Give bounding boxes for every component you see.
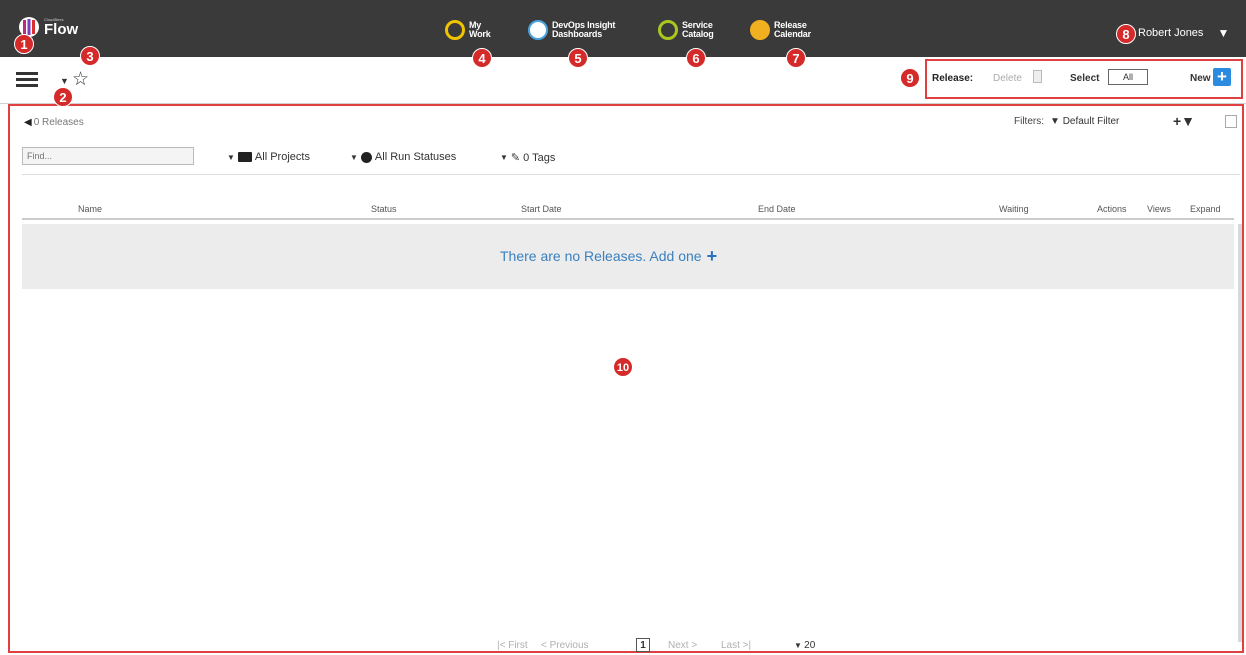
page-size-caret-icon: ▼: [794, 641, 805, 650]
empty-state-message: There are no Releases. Add one: [500, 248, 702, 264]
hamburger-menu-icon[interactable]: [16, 72, 38, 88]
nav-dashboards-line2: Dashboards: [552, 29, 603, 39]
release-label: Release:: [932, 73, 974, 84]
releases-count: 0 Releases: [33, 117, 84, 128]
projects-filter-label: All Projects: [254, 151, 310, 163]
top-nav-bar: CloudBees Flow My Work DevOps Insight Dash…: [0, 0, 1246, 57]
tags-caret-icon: ▼: [500, 153, 508, 162]
user-menu[interactable]: Robert Jones ▼: [1138, 26, 1229, 40]
dashboards-icon: [528, 20, 548, 40]
favorites-star-icon[interactable]: ☆: [72, 68, 89, 91]
first-page-icon: |<: [497, 640, 509, 651]
default-filter-dropdown[interactable]: ▼ Default Filter: [1050, 116, 1119, 127]
tags-filter[interactable]: ▼ ✎ 0 Tags: [500, 151, 556, 165]
current-page-box[interactable]: 1: [636, 638, 650, 652]
release-actions-group: Release: Delete Select All New +: [925, 59, 1243, 99]
column-header-views[interactable]: Views: [1147, 204, 1171, 214]
projects-caret-icon: ▼: [227, 152, 235, 162]
filters-label: Filters:: [1014, 116, 1044, 127]
projects-filter[interactable]: ▼ All Projects: [227, 151, 310, 163]
add-filter-icon[interactable]: +▼: [1173, 113, 1195, 129]
back-to-releases[interactable]: ◀ 0 Releases: [24, 117, 84, 128]
first-label: First: [508, 640, 528, 651]
callout-badge: 7: [786, 48, 806, 68]
callout-badge: 9: [900, 68, 920, 88]
add-release-link[interactable]: There are no Releases. Add one +: [500, 246, 718, 266]
filter-divider: [22, 174, 1240, 175]
column-header-status[interactable]: Status: [371, 204, 397, 214]
back-arrow-icon: ◀: [24, 117, 32, 128]
service-catalog-icon: [658, 20, 678, 40]
callout-badge: 8: [1116, 24, 1136, 44]
callout-badge: 3: [80, 46, 100, 66]
my-work-icon: [445, 20, 465, 40]
nav-my-work-line2: Work: [469, 29, 491, 39]
select-label: Select: [1070, 73, 1100, 84]
last-label: Last: [721, 640, 740, 651]
previous-label: Previous: [549, 640, 589, 651]
statuses-caret-icon: ▼: [350, 152, 358, 162]
callout-badge: 5: [568, 48, 588, 68]
column-header-name[interactable]: Name: [78, 204, 102, 214]
new-label: New: [1190, 73, 1211, 84]
trash-icon[interactable]: [1033, 70, 1042, 83]
nav-release-calendar[interactable]: Release Calendar: [750, 20, 811, 40]
run-statuses-filter[interactable]: ▼ All Run Statuses: [350, 151, 456, 163]
favorites-caret-icon[interactable]: ▼: [60, 76, 69, 86]
add-plus-icon: +: [706, 246, 718, 266]
previous-icon: <: [541, 640, 550, 651]
column-header-actions[interactable]: Actions: [1097, 204, 1127, 214]
next-label: Next: [668, 640, 689, 651]
previous-page-button[interactable]: < Previous: [541, 640, 589, 651]
callout-badge: 2: [53, 87, 73, 107]
briefcase-icon: [237, 152, 252, 162]
filter-caret-icon: ▼: [1050, 116, 1063, 127]
header-divider: [22, 218, 1234, 220]
nav-calendar-line2: Calendar: [774, 29, 811, 39]
logo-text: Flow: [44, 21, 79, 38]
page-size-value: 20: [804, 640, 816, 651]
column-header-start-date[interactable]: Start Date: [521, 204, 562, 214]
delete-button[interactable]: Delete: [993, 73, 1022, 84]
nav-devops-dashboards[interactable]: DevOps Insight Dashboards: [528, 20, 615, 40]
callout-badge: 1: [14, 34, 34, 54]
callout-badge: 4: [472, 48, 492, 68]
select-all-button[interactable]: All: [1108, 69, 1148, 85]
release-calendar-icon: [750, 20, 770, 40]
export-icon[interactable]: [1225, 115, 1237, 128]
user-name: Robert Jones: [1138, 27, 1204, 39]
next-icon: >: [688, 640, 698, 651]
releases-panel: [8, 104, 1244, 653]
new-release-plus-icon[interactable]: +: [1213, 68, 1231, 86]
nav-catalog-line2: Catalog: [682, 29, 714, 39]
column-header-waiting[interactable]: Waiting: [999, 204, 1029, 214]
callout-badge: 6: [686, 48, 706, 68]
callout-badge: 10: [613, 357, 633, 377]
find-input[interactable]: [22, 147, 194, 165]
page-size-dropdown[interactable]: ▼ 20: [794, 640, 815, 651]
default-filter-value: Default Filter: [1062, 116, 1120, 127]
play-circle-icon: [360, 151, 372, 163]
column-header-expand[interactable]: Expand: [1190, 204, 1221, 214]
scrollbar-track[interactable]: [1238, 224, 1242, 642]
toolbar-row: ▼ ☆ Release: Delete Select All New +: [0, 57, 1246, 104]
tags-label: 0 Tags: [523, 151, 556, 164]
first-page-button[interactable]: |< First: [497, 640, 528, 651]
tag-icon: ✎: [510, 152, 521, 164]
column-header-end-date[interactable]: End Date: [758, 204, 796, 214]
last-page-icon: >|: [739, 640, 752, 651]
filters-area: Filters: ▼ Default Filter: [1014, 116, 1119, 127]
nav-my-work[interactable]: My Work: [445, 20, 491, 40]
nav-service-catalog[interactable]: Service Catalog: [658, 20, 714, 40]
user-menu-caret-icon: ▼: [1217, 26, 1230, 40]
run-statuses-label: All Run Statuses: [374, 151, 457, 163]
last-page-button[interactable]: Last >|: [721, 640, 751, 651]
next-page-button[interactable]: Next >: [668, 640, 697, 651]
